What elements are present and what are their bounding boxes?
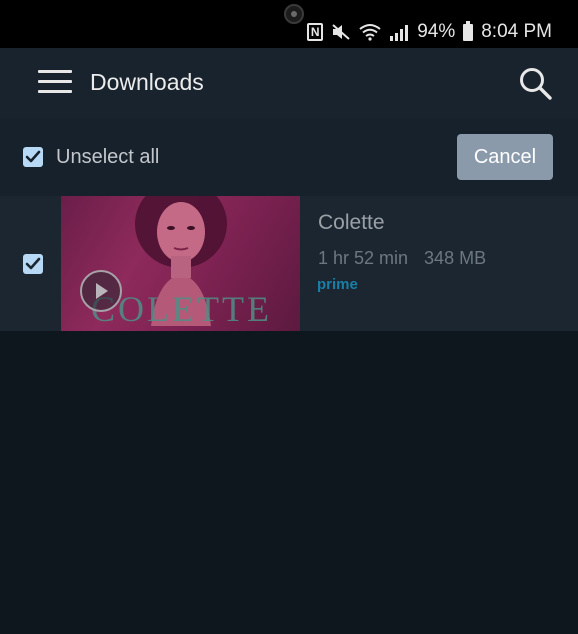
signal-icon — [389, 23, 409, 41]
camera-icon — [284, 4, 304, 24]
app-bar: Downloads — [0, 48, 578, 118]
battery-icon — [463, 20, 474, 41]
play-icon — [96, 283, 108, 299]
menu-icon[interactable] — [38, 70, 72, 94]
list-item[interactable]: COLETTE Colette 1 hr 52 min 348 MB prime — [0, 196, 578, 331]
checkmark-icon — [25, 150, 41, 163]
selection-bar: Unselect all Cancel — [0, 118, 578, 196]
unselect-all-checkbox[interactable] — [23, 147, 43, 167]
play-button[interactable] — [80, 270, 122, 312]
clock: 8:04 PM — [481, 21, 552, 42]
prime-badge: prime — [317, 276, 358, 293]
downloads-screen: N 94% 8:04 PM Downloads Unselect all Can… — [0, 0, 578, 634]
battery-percent: 94% — [417, 21, 456, 42]
item-meta: 1 hr 52 min 348 MB — [318, 248, 486, 269]
status-icons: N 94% 8:04 PM — [307, 20, 552, 44]
empty-area — [0, 331, 578, 634]
nfc-icon: N — [307, 23, 324, 41]
search-icon[interactable] — [518, 66, 552, 100]
mute-icon — [331, 23, 351, 41]
unselect-all-label[interactable]: Unselect all — [56, 146, 159, 169]
cancel-button[interactable]: Cancel — [457, 134, 553, 180]
wifi-icon — [359, 23, 381, 41]
status-bar: N 94% 8:04 PM — [0, 0, 578, 48]
movie-thumbnail[interactable]: COLETTE — [61, 196, 300, 331]
checkmark-icon — [25, 257, 41, 270]
item-title: Colette — [318, 211, 385, 234]
page-title: Downloads — [90, 69, 204, 95]
item-checkbox[interactable] — [23, 254, 43, 274]
item-duration: 1 hr 52 min — [318, 248, 409, 268]
item-size: 348 MB — [424, 248, 487, 268]
